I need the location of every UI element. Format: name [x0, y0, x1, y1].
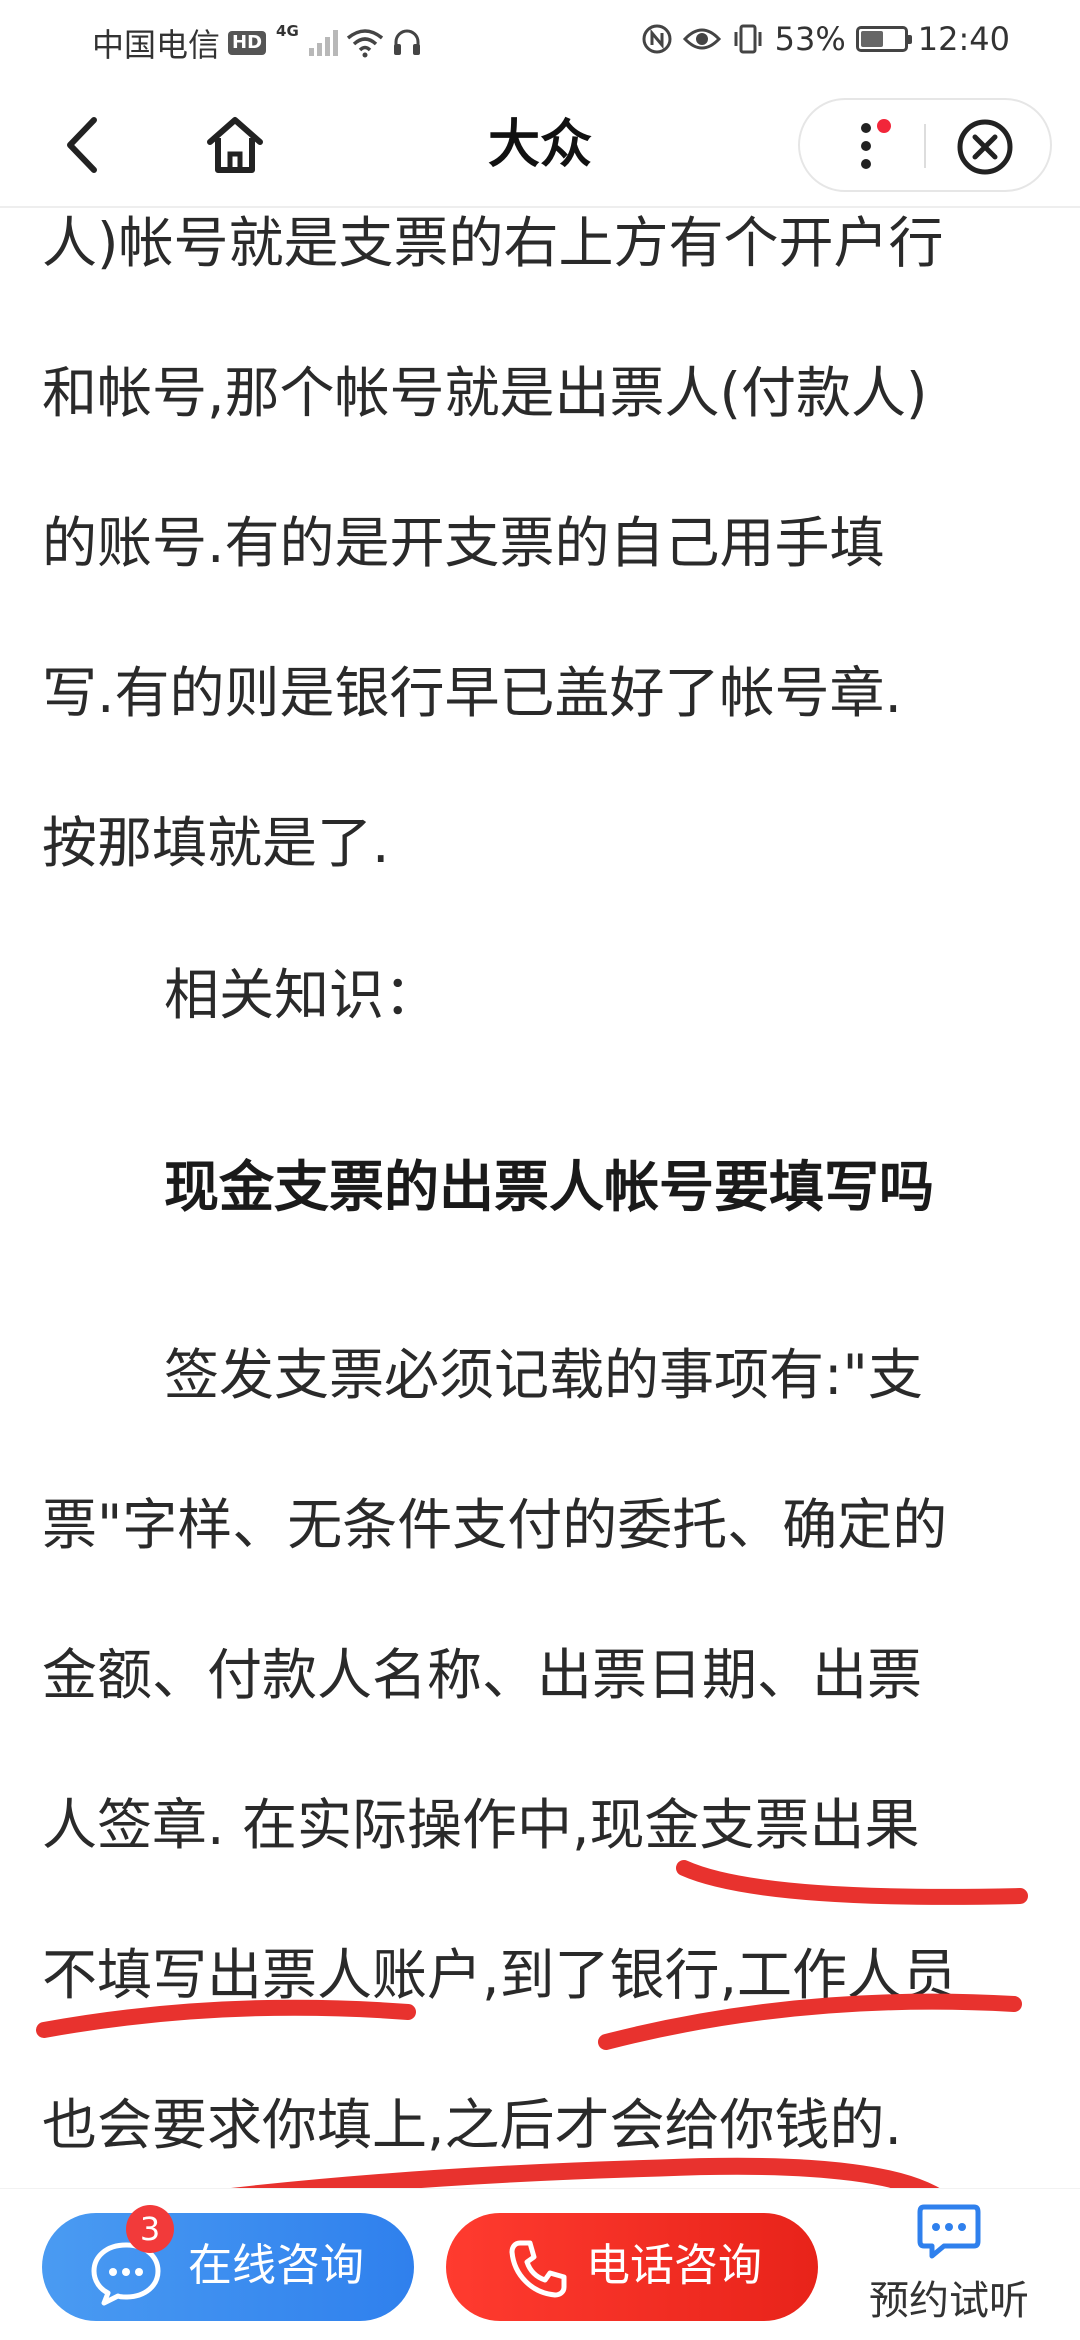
phone-consult-button[interactable]: 电话咨询 [446, 2213, 818, 2321]
article-line: 也会要求你填上,之后才会给你钱的. [42, 2093, 902, 2157]
status-time: 12:40 [917, 20, 1010, 58]
close-icon[interactable] [956, 118, 1014, 176]
article-line: 不填写出票人账户,到了银行,工作人员 [42, 1943, 957, 2007]
nfc-icon [642, 24, 672, 54]
carrier-name: 中国电信 [92, 26, 221, 64]
vibrate-icon [734, 24, 762, 54]
home-icon[interactable] [200, 110, 270, 180]
section-heading: 现金支票的出票人帐号要填写吗 [164, 1155, 935, 1219]
section-label: 相关知识： [164, 963, 440, 1027]
screen: 中国电信 HD 4G 53% 12:40 大众 人)帐号就是支票的右上方有个开户… [0, 0, 1080, 2340]
article-line: 和帐号,那个帐号就是出票人(付款人) [42, 361, 928, 425]
back-icon[interactable] [50, 110, 120, 180]
headset-icon [393, 29, 420, 55]
battery-percent: 53% [774, 20, 846, 58]
article-line: 按那填就是了. [42, 811, 390, 875]
phone-consult-label: 电话咨询 [586, 2240, 762, 2291]
eye-icon [682, 28, 721, 50]
article-line: 金额、付款人名称、出票日期、出票 [42, 1643, 923, 1707]
nav-bar: 大众 [0, 82, 1080, 208]
more-icon[interactable] [846, 118, 896, 174]
unread-badge: 3 [126, 2205, 174, 2253]
wifi-icon [346, 29, 383, 58]
article-line: 写.有的则是银行早已盖好了帐号章. [42, 661, 902, 725]
phone-icon [509, 2240, 567, 2298]
article-line: 的账号.有的是开支票的自己用手填 [42, 511, 885, 575]
online-consult-button[interactable]: 3 在线咨询 [42, 2205, 414, 2321]
book-trial-button[interactable]: 预约试听 [854, 2191, 1044, 2339]
battery-icon [855, 26, 912, 52]
hd-badge: HD [228, 31, 267, 55]
article-line: 票"字样、无条件支付的委托、确定的 [42, 1493, 948, 1557]
status-bar: 中国电信 HD 4G 53% 12:40 [0, 0, 1080, 82]
article-line: 人签章. 在实际操作中,现金支票出果 [42, 1793, 920, 1857]
bottom-action-bar: 3 在线咨询 电话咨询 预约试听 [0, 2188, 1080, 2340]
book-trial-label: 预约试听 [869, 2278, 1029, 2324]
battery-fill [860, 31, 884, 47]
article-line: 人)帐号就是支票的右上方有个开户行 [42, 211, 944, 275]
article-body: 人)帐号就是支票的右上方有个开户行 和帐号,那个帐号就是出票人(付款人) 的账号… [0, 208, 1080, 2188]
page-title: 大众 [487, 115, 592, 175]
online-consult-label: 在线咨询 [188, 2240, 364, 2291]
capsule-divider [924, 124, 926, 168]
article-line: 签发支票必须记载的事项有:"支 [164, 1343, 923, 1407]
capsule-menu [798, 98, 1052, 192]
network-type: 4G [276, 22, 299, 40]
status-left: 中国电信 HD 4G [92, 20, 422, 66]
status-right: 53% 12:40 [641, 20, 1010, 58]
message-icon [917, 2204, 981, 2259]
signal-icon [308, 30, 338, 56]
